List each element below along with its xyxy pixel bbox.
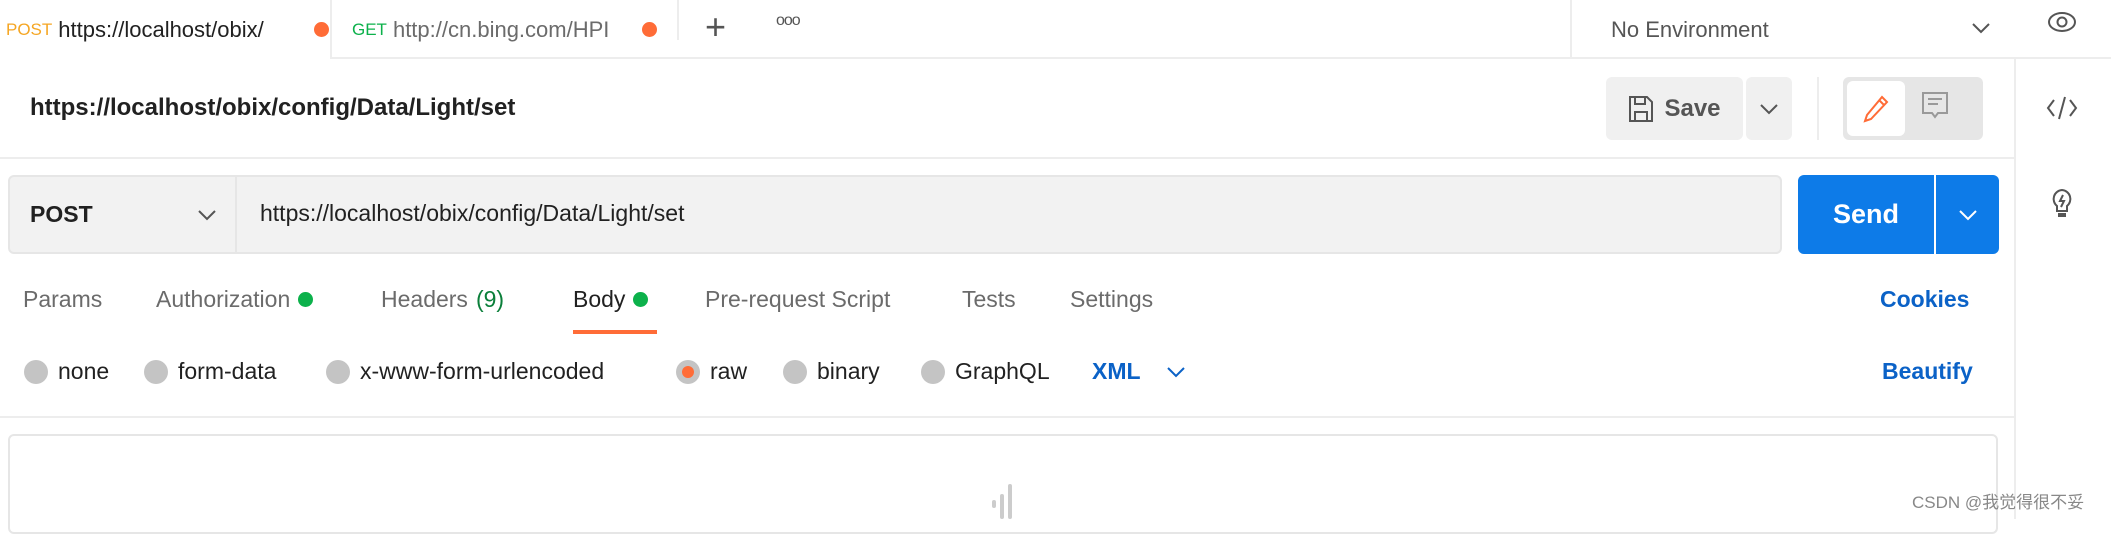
divider xyxy=(330,0,332,59)
tab-label: Params xyxy=(23,286,103,312)
chevron-down-icon xyxy=(1972,23,1990,34)
lightbulb-icon[interactable] xyxy=(2046,187,2078,223)
method-value: POST xyxy=(30,201,93,227)
status-dot-icon xyxy=(298,292,314,307)
cookies-link[interactable]: Cookies xyxy=(1880,286,1969,313)
tab-body[interactable]: Body xyxy=(573,286,649,313)
save-label: Save xyxy=(1664,94,1721,122)
radio-label: raw xyxy=(710,358,748,384)
unsaved-dot-icon xyxy=(314,22,330,37)
headers-count: (9) xyxy=(475,286,505,312)
comment-icon xyxy=(1922,92,1948,119)
send-button[interactable]: Send xyxy=(1798,175,1934,254)
tab-authorization[interactable]: Authorization xyxy=(156,286,314,313)
tab-headers[interactable]: Headers (9) xyxy=(381,286,504,313)
request-tab-post[interactable]: POST https://localhost/obix/ xyxy=(0,0,330,59)
chevron-down-icon xyxy=(1760,103,1778,114)
radio-form-data[interactable]: form-data xyxy=(144,358,276,385)
more-tabs-icon[interactable]: ooo xyxy=(776,12,801,30)
request-tab-get[interactable]: GET http://cn.bing.com/HPI xyxy=(352,0,677,59)
tab-label: Headers xyxy=(381,286,468,312)
save-options-button[interactable] xyxy=(1746,77,1792,140)
method-select[interactable]: POST xyxy=(8,175,237,254)
radio-label: form-data xyxy=(178,358,277,384)
radio-graphql[interactable]: GraphQL xyxy=(921,358,1050,385)
active-tab-underline xyxy=(573,330,657,334)
code-icon[interactable] xyxy=(2046,94,2078,122)
tab-url: https://localhost/obix/ xyxy=(58,16,264,42)
tab-label: Authorization xyxy=(156,286,291,312)
eye-icon[interactable] xyxy=(2046,6,2078,38)
environment-select[interactable]: No Environment xyxy=(1572,0,2012,59)
tab-pre-request-script[interactable]: Pre-request Script xyxy=(705,286,890,313)
right-sidebar-border xyxy=(2014,59,2016,519)
mode-toggle xyxy=(1843,77,1983,140)
radio-none[interactable]: none xyxy=(24,358,109,385)
request-title: https://localhost/obix/config/Data/Light… xyxy=(30,94,516,121)
comments-button[interactable] xyxy=(1921,91,1949,126)
beautify-link[interactable]: Beautify xyxy=(1882,358,1973,385)
status-dot-icon xyxy=(633,292,649,307)
unsaved-dot-icon xyxy=(641,22,657,37)
environment-label: No Environment xyxy=(1611,16,1769,42)
radio-label: GraphQL xyxy=(955,358,1050,384)
send-options-button[interactable] xyxy=(1936,175,1999,254)
tab-settings[interactable]: Settings xyxy=(1070,286,1153,313)
save-icon xyxy=(1629,95,1654,122)
divider xyxy=(0,416,2014,418)
method-label: GET xyxy=(352,19,387,39)
radio-circle xyxy=(326,359,350,384)
tab-tests[interactable]: Tests xyxy=(962,286,1016,313)
radio-label: x-www-form-urlencoded xyxy=(360,358,605,384)
chevron-down-icon xyxy=(1166,366,1185,377)
radio-circle xyxy=(144,359,168,384)
loading-indicator-icon xyxy=(992,484,1012,519)
radio-circle-selected xyxy=(676,359,700,384)
radio-raw[interactable]: raw xyxy=(676,358,747,385)
watermark: CSDN @我觉得很不妥 xyxy=(1912,493,2085,512)
divider xyxy=(1817,77,1819,140)
divider xyxy=(677,0,679,40)
method-label: POST xyxy=(6,19,53,39)
raw-format-value: XML xyxy=(1092,358,1141,384)
radio-label: none xyxy=(58,358,110,384)
chevron-down-icon xyxy=(198,210,216,221)
radio-binary[interactable]: binary xyxy=(783,358,880,385)
radio-x-www-form-urlencoded[interactable]: x-www-form-urlencoded xyxy=(326,358,604,385)
pencil-icon xyxy=(1863,95,1889,123)
raw-format-select[interactable]: XML xyxy=(1092,358,1185,385)
tab-url: http://cn.bing.com/HPI xyxy=(392,16,610,42)
new-tab-plus-icon[interactable]: + xyxy=(705,6,726,48)
radio-circle xyxy=(783,359,807,384)
divider xyxy=(0,157,2014,159)
tab-label: Body xyxy=(573,286,626,312)
tab-label: Settings xyxy=(1070,286,1154,312)
tab-params[interactable]: Params xyxy=(23,286,102,313)
edit-mode-button[interactable] xyxy=(1847,81,1905,136)
chevron-down-icon xyxy=(1958,209,1977,220)
tab-label: Pre-request Script xyxy=(705,286,891,312)
save-button[interactable]: Save xyxy=(1606,77,1743,140)
radio-label: binary xyxy=(817,358,880,384)
radio-circle xyxy=(24,359,48,384)
radio-circle xyxy=(921,359,945,384)
url-input[interactable]: https://localhost/obix/config/Data/Light… xyxy=(260,200,684,227)
tab-label: Tests xyxy=(962,286,1016,312)
